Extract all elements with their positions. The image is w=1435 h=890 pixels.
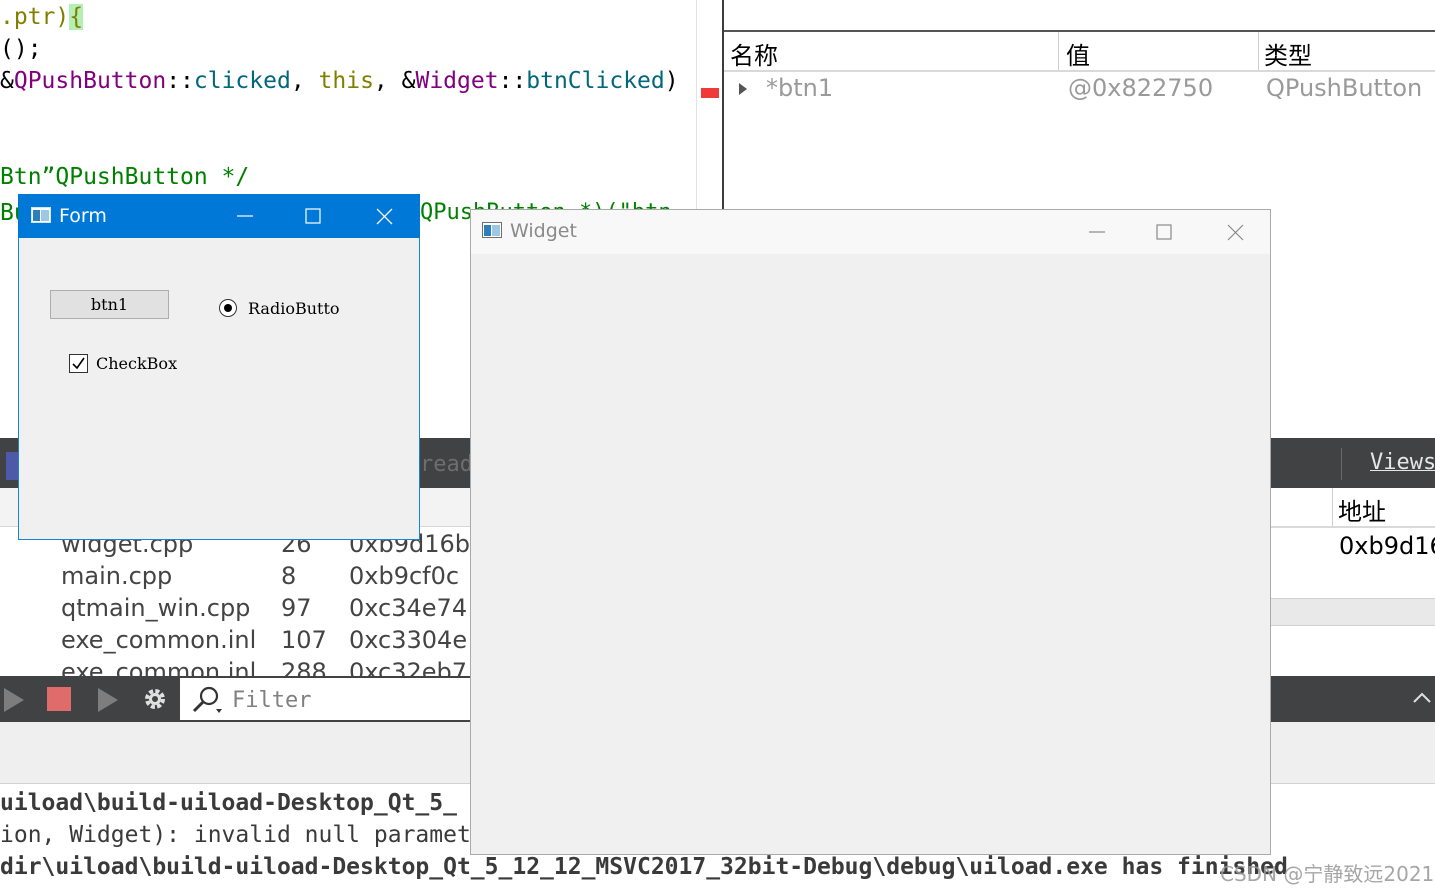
run-icon[interactable] xyxy=(2,686,30,716)
column-type[interactable]: 类型 xyxy=(1264,36,1312,71)
views-button[interactable]: Views xyxy=(1370,450,1435,475)
code-line-comment: Btn”QPushButton */ xyxy=(0,164,250,190)
stack-addr: 0xc3304e xyxy=(349,626,468,654)
stack-line: 97 xyxy=(281,594,312,622)
stack-addr: 0xc34e74 xyxy=(349,594,468,622)
search-icon xyxy=(192,686,222,713)
stack-addr: 0xc32eb7 xyxy=(349,658,468,676)
code-line-3: &QPushButton::clicked, this, &Widget::bt… xyxy=(0,68,679,94)
column-address[interactable]: 地址 xyxy=(1338,492,1386,527)
column-divider[interactable] xyxy=(1332,488,1333,526)
output-line: uiload\build-uiload-Desktop_Qt_5_ xyxy=(0,790,457,816)
local-value[interactable]: @0x822750 xyxy=(1068,74,1213,102)
step-icon[interactable] xyxy=(96,686,124,716)
window-title: Form xyxy=(59,205,107,227)
column-name[interactable]: 名称 xyxy=(730,36,778,71)
stop-icon[interactable] xyxy=(47,687,71,711)
stack-row-clipped: exe_common.inl 288 0xc32eb7 xyxy=(0,654,470,676)
stack-file[interactable]: exe_common.inl xyxy=(61,658,256,676)
expand-arrow-icon[interactable] xyxy=(736,81,750,97)
code-line-2: (); xyxy=(0,36,42,62)
toolbar-chip xyxy=(6,452,18,480)
app-icon xyxy=(482,222,502,238)
check-icon xyxy=(72,357,85,370)
minimize-icon[interactable] xyxy=(221,194,267,238)
widget-window[interactable] xyxy=(470,209,1271,855)
stack-scrollbar[interactable] xyxy=(1270,598,1435,626)
locals-header: 名称 值 类型 xyxy=(724,32,1435,72)
radio-label-clip: RadioButton xyxy=(246,298,340,324)
code-line-1: .ptr){ xyxy=(0,4,84,30)
column-value[interactable]: 值 xyxy=(1066,36,1090,71)
radio-dot-icon xyxy=(224,304,232,312)
stack-line: 107 xyxy=(281,626,327,654)
filter-placeholder: Filter xyxy=(232,688,312,713)
watermark: CSDN @宁静致远2021 xyxy=(1220,862,1435,886)
thread-label: read xyxy=(420,452,473,477)
close-icon[interactable] xyxy=(361,194,407,238)
checkbox[interactable] xyxy=(69,354,88,373)
stack-file[interactable]: exe_common.inl xyxy=(61,626,256,654)
chevron-up-icon[interactable] xyxy=(1410,686,1434,710)
app-icon xyxy=(31,207,51,223)
column-divider[interactable] xyxy=(1258,32,1259,70)
output-line: dir\uiload\build-uiload-Desktop_Qt_5_12_… xyxy=(0,854,1288,880)
maximize-icon[interactable] xyxy=(290,194,336,238)
toolbar-separator xyxy=(1341,448,1342,480)
stack-addr-right: 0xb9d16 xyxy=(1339,532,1435,560)
close-icon[interactable] xyxy=(1212,210,1258,254)
local-name[interactable]: *btn1 xyxy=(766,74,833,102)
radio-label[interactable]: RadioButton xyxy=(248,299,340,318)
address-header: 地址 xyxy=(1270,488,1435,528)
minimize-icon[interactable] xyxy=(1072,210,1118,254)
filter-input[interactable] xyxy=(180,678,480,720)
stack-line: 288 xyxy=(281,658,327,676)
stack-addr: 0xb9cf0c xyxy=(349,562,460,590)
btn1-button[interactable]: btn1 xyxy=(50,290,169,319)
window-title: Widget xyxy=(510,220,577,242)
stack-file[interactable]: main.cpp xyxy=(61,562,172,590)
output-line: ion, Widget): invalid null paramet xyxy=(0,822,471,848)
column-divider[interactable] xyxy=(1058,32,1059,70)
gear-icon[interactable] xyxy=(142,686,168,712)
breakpoint-marker xyxy=(701,88,719,98)
stack-file[interactable]: qtmain_win.cpp xyxy=(61,594,250,622)
checkbox-label[interactable]: CheckBox xyxy=(96,354,177,373)
maximize-icon[interactable] xyxy=(1141,210,1187,254)
local-type[interactable]: QPushButton xyxy=(1266,74,1422,102)
stack-line: 8 xyxy=(281,562,297,590)
